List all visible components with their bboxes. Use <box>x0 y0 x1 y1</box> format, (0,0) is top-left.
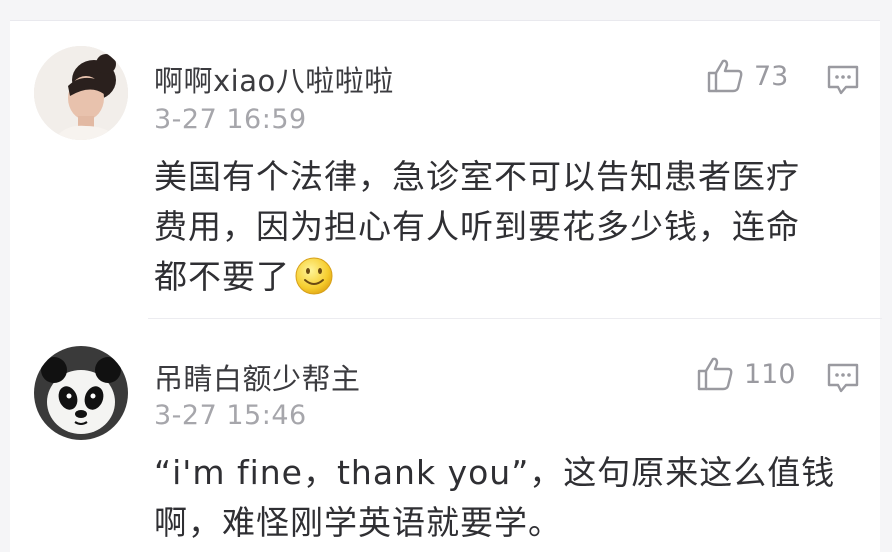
comment-line: 费用，因为担心有人听到要花多少钱，连命 <box>154 207 800 246</box>
like-button[interactable]: 110 <box>696 356 796 392</box>
like-count: 110 <box>744 358 796 390</box>
thumbs-up-icon <box>697 357 733 391</box>
comment-item: 吊睛白额少帮主 3-27 15:46 110 “i'm fine，thank y… <box>0 320 892 552</box>
comment-timestamp: 3-27 16:59 <box>154 104 307 135</box>
comment-icon <box>827 363 859 393</box>
comment-line: “i'm fine，thank you”，这句原来这么值钱 <box>154 453 836 492</box>
thumbs-up-icon <box>707 59 743 93</box>
comment-item: 啊啊xiao八啦啦啦 3-27 16:59 73 美国有个法律，急诊室不可以告知… <box>0 0 892 320</box>
user-avatar[interactable] <box>34 346 128 440</box>
user-avatar-woman-icon <box>34 46 128 140</box>
comment-icon <box>827 65 859 95</box>
like-count: 73 <box>754 60 789 92</box>
reply-button[interactable] <box>826 362 860 398</box>
comment-line-last: 都不要了 <box>154 252 854 310</box>
username[interactable]: 啊啊xiao八啦啦啦 <box>154 58 394 100</box>
user-avatar[interactable] <box>34 46 128 140</box>
comment-line-text: 都不要了 <box>154 257 290 296</box>
reply-button[interactable] <box>826 64 860 100</box>
comment-divider <box>148 318 882 319</box>
like-button[interactable]: 73 <box>706 58 788 94</box>
user-avatar-panda-icon <box>34 346 128 440</box>
comment-body: 美国有个法律，急诊室不可以告知患者医疗 费用，因为担心有人听到要花多少钱，连命 … <box>154 152 854 310</box>
comment-timestamp: 3-27 15:46 <box>154 400 307 431</box>
comment-line: 啊，难怪刚学英语就要学。 <box>154 503 562 542</box>
comment-body: “i'm fine，thank you”，这句原来这么值钱 啊，难怪刚学英语就要… <box>154 448 854 548</box>
smile-emoji-icon <box>294 256 334 310</box>
username[interactable]: 吊睛白额少帮主 <box>154 356 361 398</box>
comment-line: 美国有个法律，急诊室不可以告知患者医疗 <box>154 157 800 196</box>
